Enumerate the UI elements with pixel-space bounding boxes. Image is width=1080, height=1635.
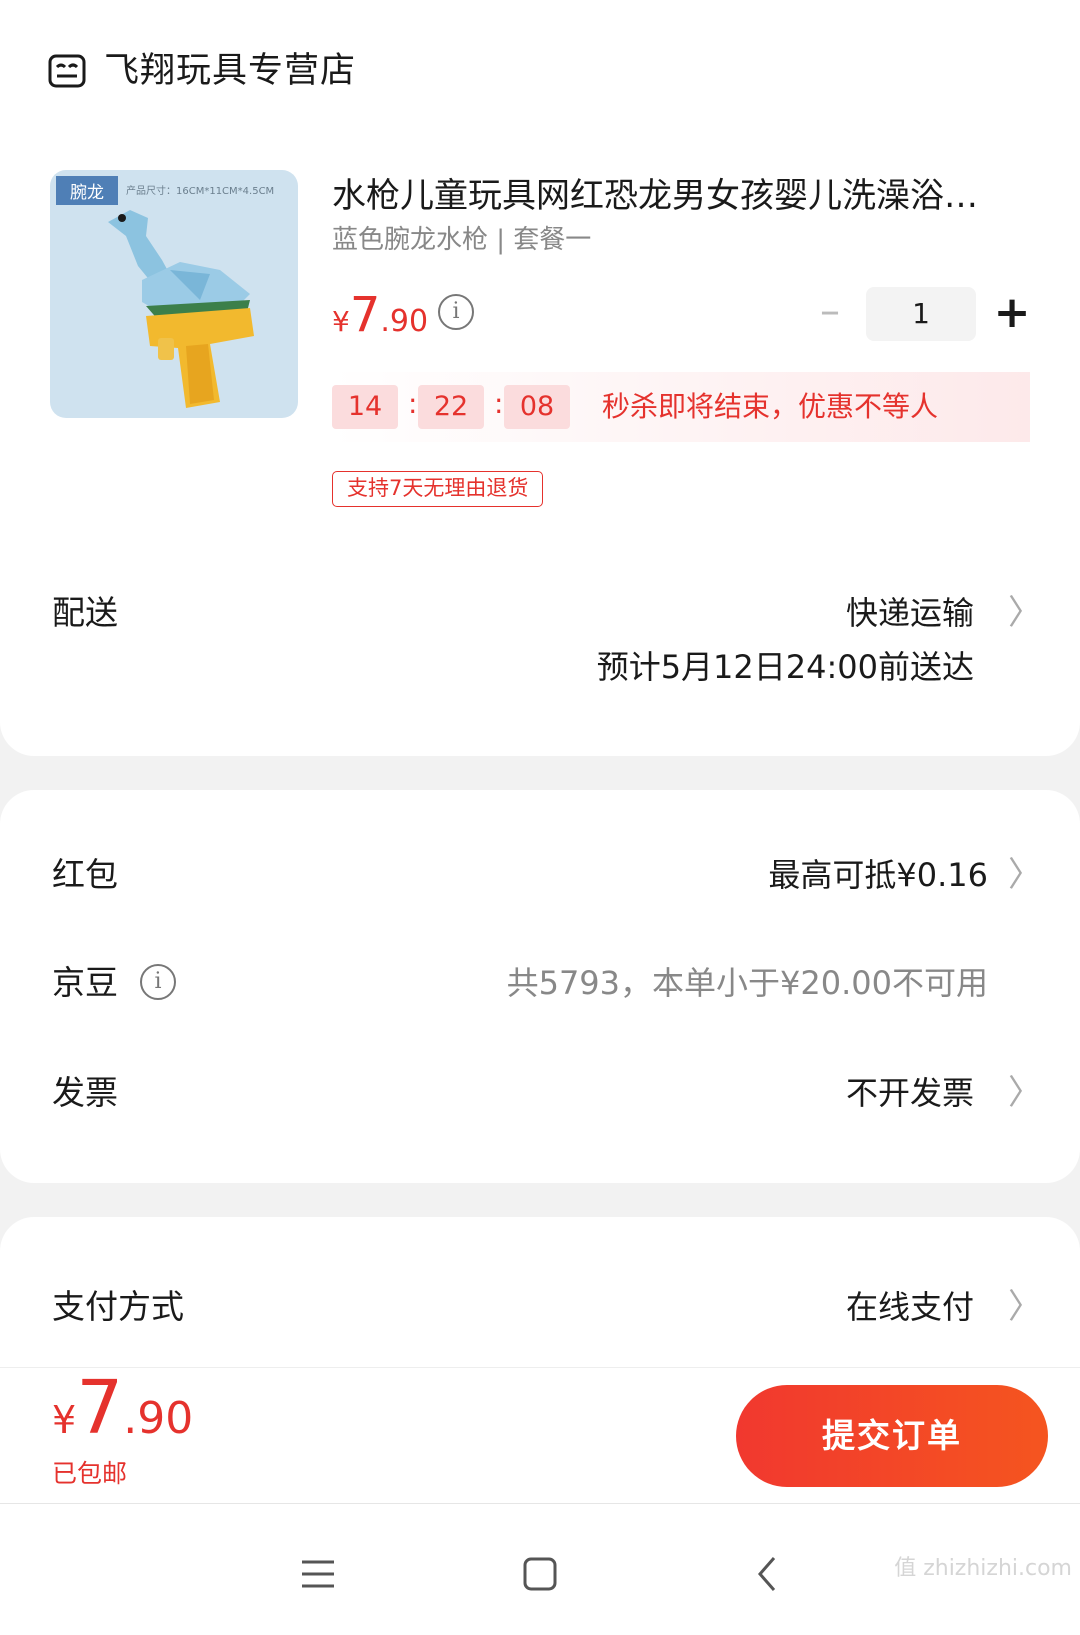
image-size-text: 产品尺寸：16CM*11CM*4.5CM: [126, 186, 275, 197]
payment-label: 支付方式: [52, 1287, 184, 1326]
total-currency: ¥: [52, 1398, 77, 1442]
back-icon[interactable]: [738, 1544, 798, 1604]
product-price: ¥7.90: [332, 285, 428, 356]
flash-sale-text: 秒杀即将结束，优惠不等人: [602, 390, 939, 423]
total-integer: 7: [76, 1365, 124, 1451]
countdown-separator: :: [408, 387, 418, 420]
jingdou-value: 共5793，本单小于¥20.00不可用: [506, 964, 988, 1002]
flash-sale-banner: 14 : 22 : 08 秒杀即将结束，优惠不等人: [332, 372, 1030, 442]
quantity-stepper[interactable]: 1: [866, 287, 976, 341]
info-icon[interactable]: i: [140, 964, 176, 1000]
countdown-seconds: 08: [504, 385, 570, 429]
image-tag: 腕龙: [56, 176, 118, 205]
chevron-right-icon[interactable]: 〉: [1008, 590, 1042, 636]
store-icon: [48, 54, 86, 88]
free-shipping-text: 已包邮: [52, 1459, 128, 1488]
countdown-minutes: 22: [418, 385, 484, 429]
product-variant[interactable]: 蓝色腕龙水枪 | 套餐一: [332, 222, 591, 258]
store-name[interactable]: 飞翔玩具专营店: [104, 48, 356, 94]
total-price: ¥7.90: [52, 1366, 193, 1470]
product-image[interactable]: 腕龙 产品尺寸：16CM*11CM*4.5CM: [50, 170, 298, 418]
invoice-label: 发票: [52, 1073, 118, 1112]
delivery-method[interactable]: 快递运输: [846, 590, 974, 636]
redpacket-value[interactable]: 最高可抵¥0.16: [768, 852, 988, 898]
submit-order-button[interactable]: 提交订单: [736, 1385, 1048, 1487]
home-icon[interactable]: [510, 1544, 570, 1604]
redpacket-label: 红包: [52, 855, 118, 894]
delivery-label: 配送: [52, 593, 118, 632]
payment-value[interactable]: 在线支付: [846, 1284, 974, 1330]
jingdou-label: 京豆: [52, 963, 118, 1002]
countdown-hours: 14: [332, 385, 398, 429]
dinosaur-water-gun-image: [108, 210, 254, 408]
price-integer: 7: [349, 287, 381, 343]
countdown-separator: :: [494, 387, 504, 420]
invoice-value[interactable]: 不开发票: [846, 1070, 974, 1116]
delivery-estimate: 预计5月12日24:00前送达: [596, 648, 974, 686]
chevron-right-icon[interactable]: 〉: [1008, 1284, 1042, 1330]
chevron-right-icon[interactable]: 〉: [1008, 852, 1042, 898]
price-currency: ¥: [332, 305, 350, 338]
return-policy-badge: 支持7天无理由退货: [332, 471, 544, 507]
product-title[interactable]: 水枪儿童玩具网红恐龙男女孩婴儿洗澡浴…: [332, 172, 1022, 220]
chevron-right-icon[interactable]: 〉: [1008, 1070, 1042, 1116]
price-decimal: .90: [380, 304, 429, 339]
menu-icon[interactable]: [288, 1544, 348, 1604]
total-decimal: .90: [123, 1393, 194, 1444]
info-icon[interactable]: i: [438, 294, 474, 330]
plus-icon[interactable]: +: [990, 291, 1034, 337]
watermark: 值 zhizhizhi.com: [894, 1556, 1072, 1581]
minus-icon[interactable]: –: [812, 291, 848, 331]
